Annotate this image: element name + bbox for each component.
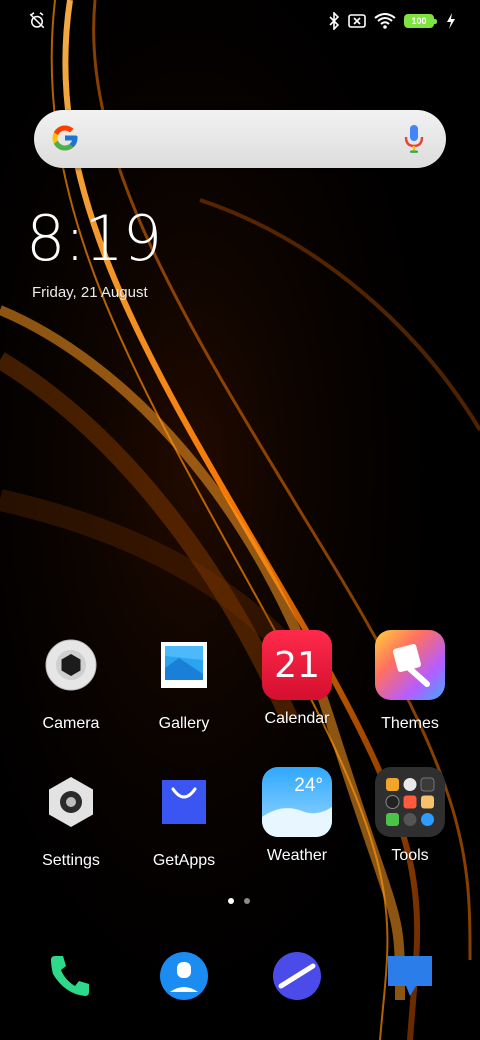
app-label: Themes <box>381 715 439 732</box>
folder-mini-icons <box>385 777 435 826</box>
app-themes[interactable]: Themes <box>355 630 465 733</box>
app-label: Gallery <box>158 715 210 732</box>
google-search-bar[interactable] <box>34 110 446 168</box>
microphone-icon[interactable] <box>404 124 424 154</box>
gallery-icon <box>161 642 207 688</box>
battery-level: 100 <box>411 15 427 26</box>
getapps-bag-icon <box>162 780 206 824</box>
messages-icon[interactable] <box>382 948 438 1004</box>
themes-icon <box>375 630 445 700</box>
google-g-icon <box>52 125 78 151</box>
calendar-icon: 21 <box>262 630 332 700</box>
app-label: Camera <box>42 715 100 732</box>
app-camera[interactable]: Camera <box>16 630 126 733</box>
calendar-day: 21 <box>274 644 320 686</box>
wifi-icon <box>374 13 396 29</box>
app-label: Weather <box>266 847 328 864</box>
app-label: Calendar <box>264 710 330 727</box>
clock-time[interactable]: 8:19 <box>26 208 162 270</box>
app-label: GetApps <box>152 852 216 869</box>
page-dot-active <box>228 898 234 904</box>
app-settings[interactable]: Settings <box>16 767 126 870</box>
app-label: Tools <box>391 847 429 864</box>
settings-gear-icon <box>49 777 93 827</box>
clock-date[interactable]: Friday, 21 August <box>32 284 148 301</box>
weather-temp: 24° <box>294 775 323 796</box>
alarm-off-icon <box>29 12 45 29</box>
status-bar: 100 <box>0 0 480 44</box>
weather-icon: 24° <box>262 767 332 837</box>
sim-x-icon <box>348 14 366 28</box>
contacts-icon[interactable] <box>156 948 212 1004</box>
browser-icon[interactable] <box>269 948 325 1004</box>
charging-bolt-icon <box>447 13 455 29</box>
page-indicator <box>228 898 250 904</box>
battery-icon: 100 <box>404 14 437 28</box>
app-label: Settings <box>42 852 100 869</box>
app-tools-folder[interactable]: Tools <box>355 767 465 865</box>
app-calendar[interactable]: 21 Calendar <box>242 630 352 728</box>
bluetooth-icon <box>329 12 340 30</box>
app-gallery[interactable]: Gallery <box>129 630 239 733</box>
phone-icon[interactable] <box>43 948 99 1004</box>
app-weather[interactable]: 24° Weather <box>242 767 352 865</box>
page-dot <box>244 898 250 904</box>
tools-folder-icon <box>375 767 445 837</box>
app-getapps[interactable]: GetApps <box>129 767 239 870</box>
camera-icon <box>45 639 97 691</box>
